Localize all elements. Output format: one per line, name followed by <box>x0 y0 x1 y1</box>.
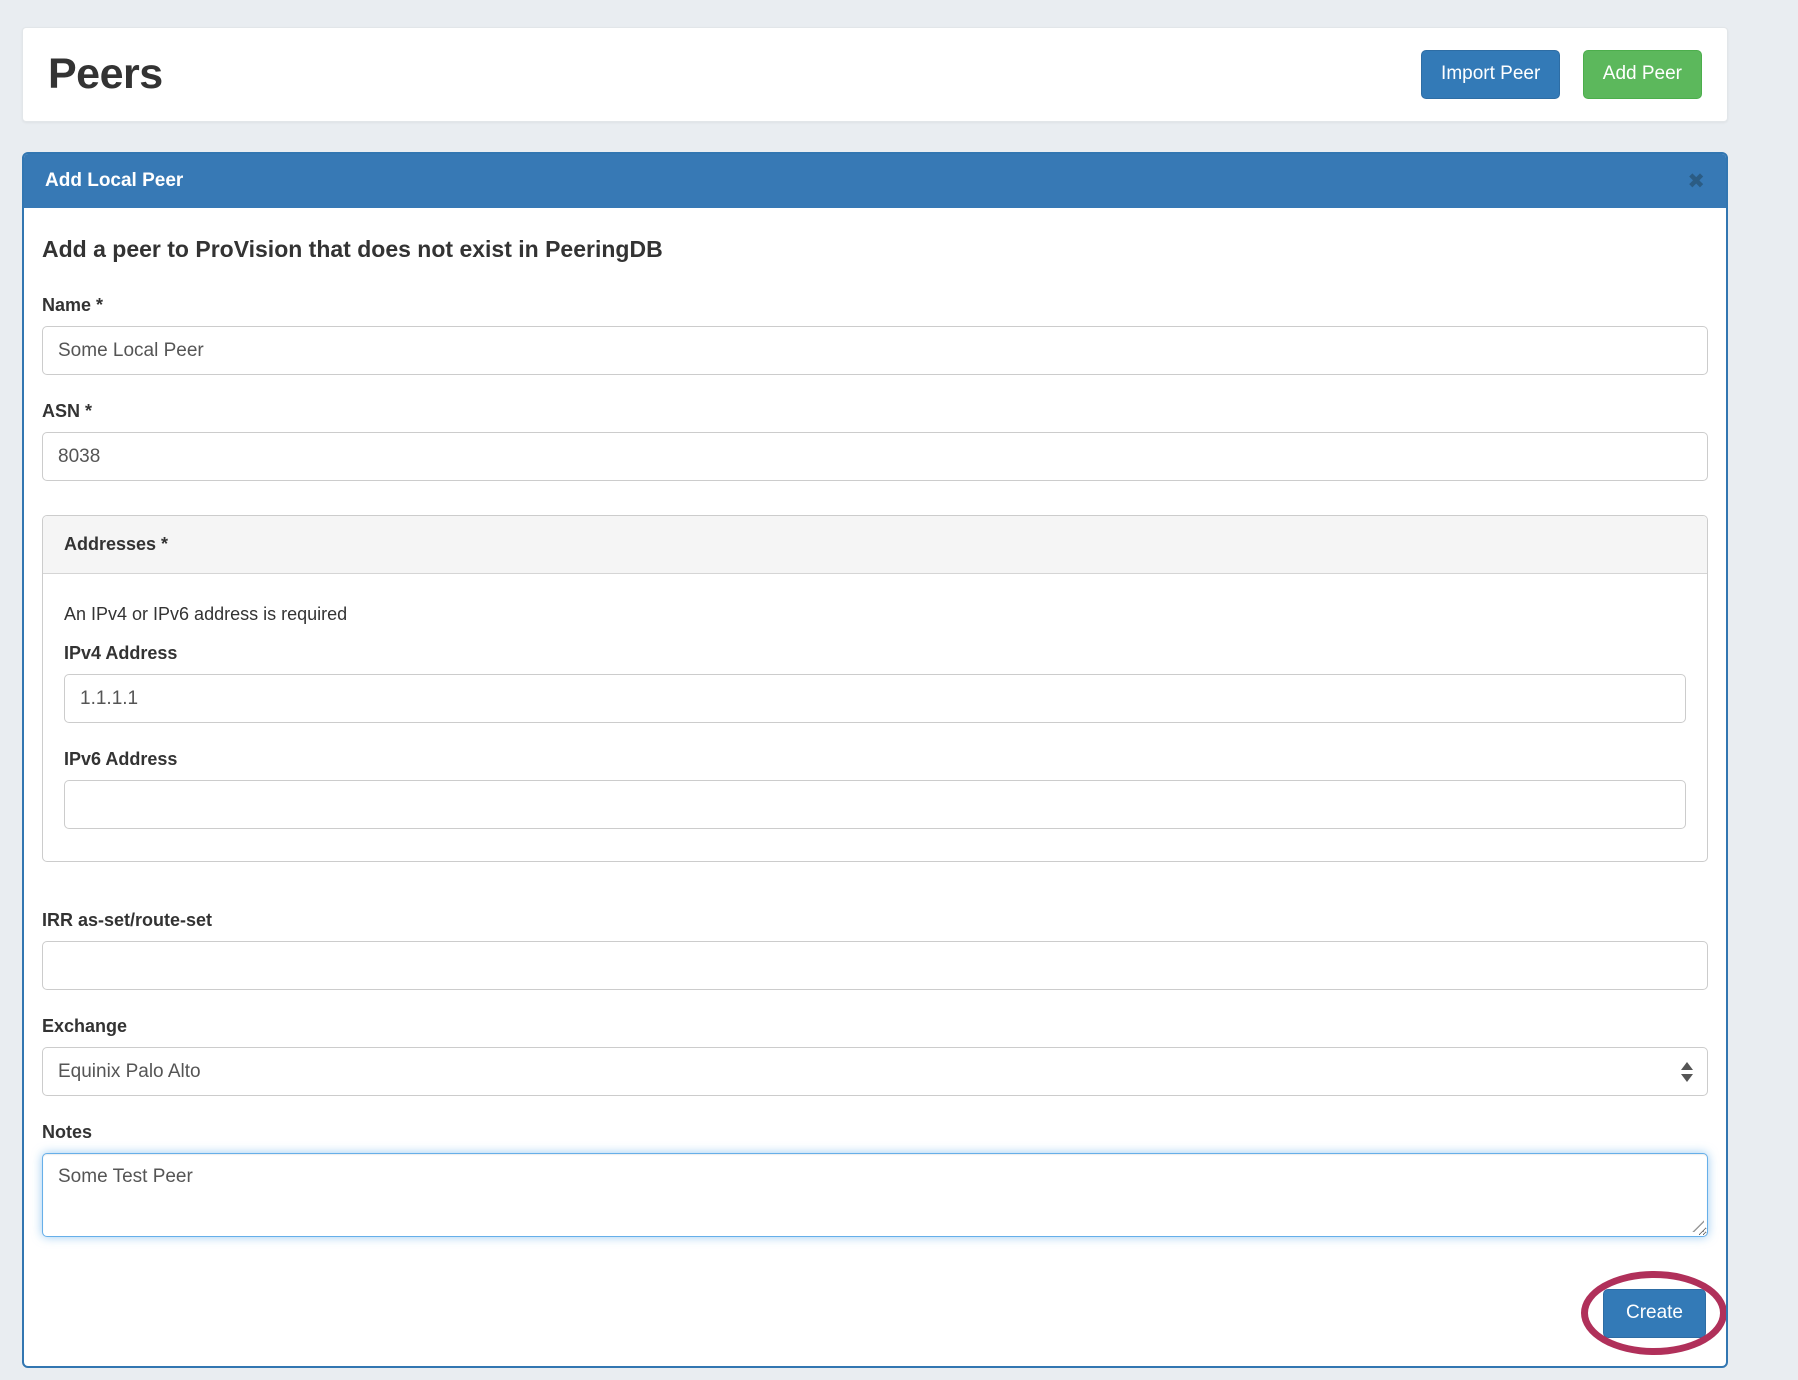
exchange-field-group: Exchange Equinix Palo Alto <box>42 1016 1708 1096</box>
create-button-wrap: Create <box>1603 1289 1706 1338</box>
form-description: Add a peer to ProVision that does not ex… <box>42 236 1708 263</box>
addresses-body: An IPv4 or IPv6 address is required IPv4… <box>43 574 1707 861</box>
add-peer-button[interactable]: Add Peer <box>1583 50 1702 99</box>
panel-heading: Add Local Peer ✖ <box>24 154 1726 208</box>
asn-input[interactable] <box>42 432 1708 481</box>
panel-footer: Create <box>42 1289 1708 1338</box>
asn-label: ASN * <box>42 401 1708 422</box>
import-peer-button[interactable]: Import Peer <box>1421 50 1560 99</box>
exchange-select[interactable]: Equinix Palo Alto <box>42 1047 1708 1096</box>
irr-field-group: IRR as-set/route-set <box>42 910 1708 990</box>
ipv4-input[interactable] <box>64 674 1686 723</box>
notes-textarea[interactable]: Some Test Peer <box>42 1153 1708 1237</box>
irr-label: IRR as-set/route-set <box>42 910 1708 931</box>
add-local-peer-panel: Add Local Peer ✖ Add a peer to ProVision… <box>22 152 1728 1368</box>
name-field-group: Name * <box>42 295 1708 375</box>
close-icon[interactable]: ✖ <box>1687 171 1705 192</box>
name-input[interactable] <box>42 326 1708 375</box>
addresses-fieldset: Addresses * An IPv4 or IPv6 address is r… <box>42 515 1708 862</box>
ipv6-input[interactable] <box>64 780 1686 829</box>
notes-field-group: Notes Some Test Peer <box>42 1122 1708 1237</box>
name-label: Name * <box>42 295 1708 316</box>
asn-field-group: ASN * <box>42 401 1708 481</box>
ipv6-label: IPv6 Address <box>64 749 1686 770</box>
ipv6-field-group: IPv6 Address <box>64 749 1686 829</box>
create-button[interactable]: Create <box>1603 1289 1706 1338</box>
page-container: Peers Import Peer Add Peer Add Local Pee… <box>22 0 1728 1368</box>
ipv4-label: IPv4 Address <box>64 643 1686 664</box>
notes-textarea-wrap: Some Test Peer <box>42 1153 1708 1237</box>
page-title: Peers <box>48 50 163 99</box>
addresses-legend: Addresses * <box>43 516 1707 574</box>
irr-input[interactable] <box>42 941 1708 990</box>
notes-label: Notes <box>42 1122 1708 1143</box>
panel-body: Add a peer to ProVision that does not ex… <box>24 208 1726 1366</box>
ipv4-field-group: IPv4 Address <box>64 643 1686 723</box>
exchange-label: Exchange <box>42 1016 1708 1037</box>
header-buttons: Import Peer Add Peer <box>1421 50 1702 99</box>
addresses-note: An IPv4 or IPv6 address is required <box>64 604 1686 625</box>
exchange-select-wrap: Equinix Palo Alto <box>42 1047 1708 1096</box>
panel-title: Add Local Peer <box>45 170 183 192</box>
page-header-card: Peers Import Peer Add Peer <box>22 27 1728 122</box>
